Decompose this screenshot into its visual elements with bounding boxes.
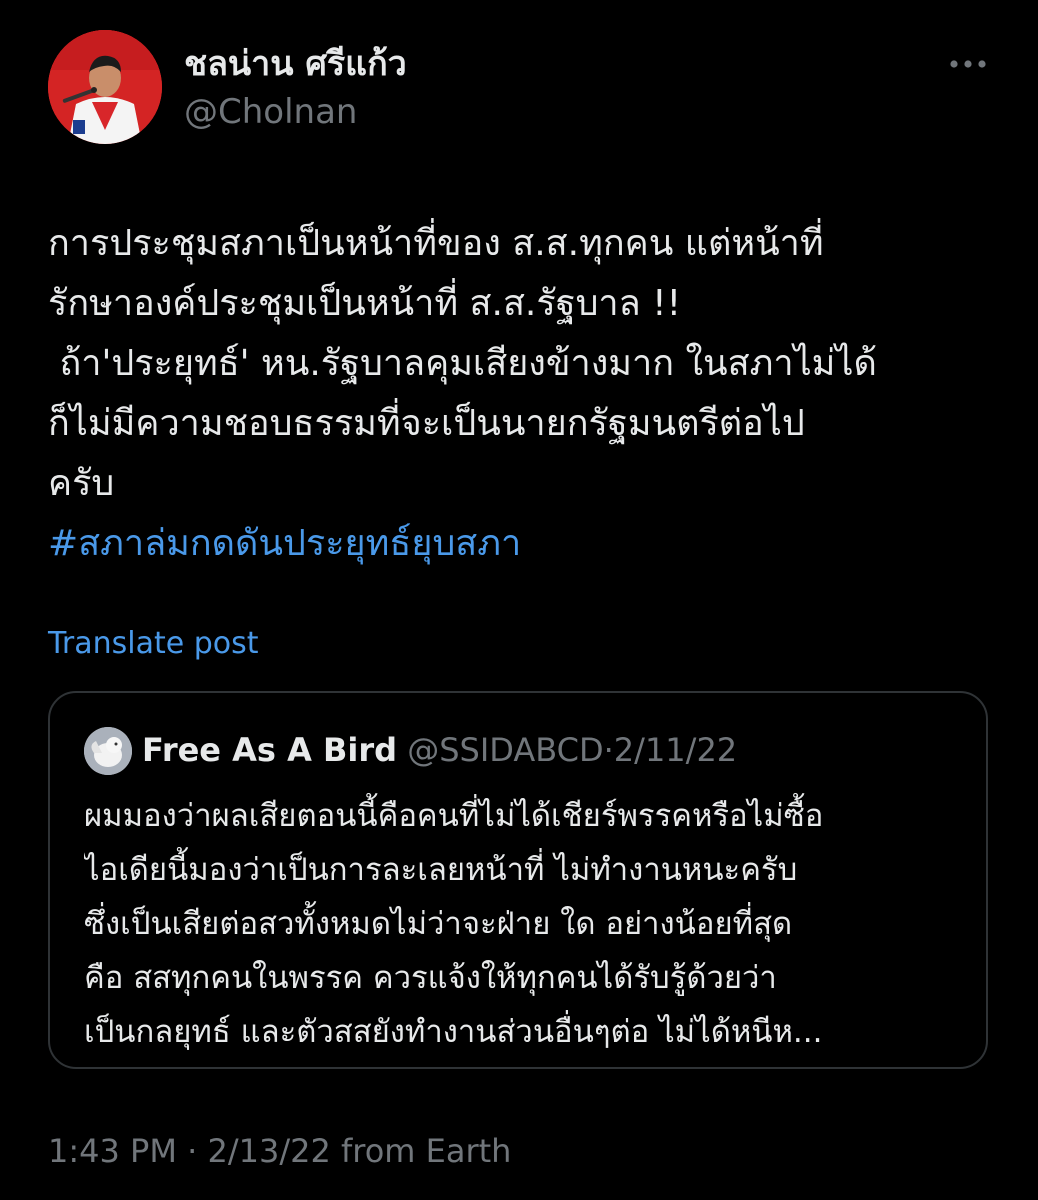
hashtag-link[interactable]: #สภาล่มกดดันประยุทธ์ยุบสภา — [48, 514, 998, 574]
quoted-text-line: คือ สสทุกคนในพรรค ควรแจ้งให้ทุกคนได้รับร… — [84, 960, 777, 996]
translate-post-link[interactable]: Translate post — [48, 622, 259, 666]
quoted-text-line: ผมมองว่าผลเสียตอนนี้คือคนที่ไม่ได้เชียร์… — [84, 798, 824, 834]
quoted-post-text: ผมมองว่าผลเสียตอนนี้คือคนที่ไม่ได้เชียร์… — [84, 789, 964, 1059]
quoted-post-card[interactable]: Free As A Bird @SSIDABCD·2/11/22 ผมมองว่… — [48, 691, 988, 1069]
author-avatar[interactable] — [48, 30, 162, 144]
more-horizontal-icon — [950, 60, 986, 68]
quoted-author-handle[interactable]: @SSIDABCD — [407, 731, 603, 769]
author-handle[interactable]: @Cholnan — [184, 88, 357, 136]
post-text: การประชุมสภาเป็นหน้าที่ของ ส.ส.ทุกคน แต่… — [48, 214, 998, 574]
quoted-author-avatar[interactable] — [84, 727, 132, 775]
quoted-author-name[interactable]: Free As A Bird — [142, 731, 397, 769]
post-text-line: ถ้า'ประยุทธ์' หน.รัฐบาลคุมเสียงข้างมาก ใ… — [48, 343, 877, 384]
avatar-photo — [48, 30, 162, 144]
quoted-post-header: Free As A Bird @SSIDABCD·2/11/22 — [142, 725, 737, 775]
post-timestamp[interactable]: 1:43 PM · 2/13/22 from Earth — [48, 1128, 511, 1174]
quoted-text-line: ซึ่งเป็นเสียต่อสวทั้งหมดไม่ว่าจะฝ่าย ใด … — [84, 906, 793, 942]
post-text-line: ครับ — [48, 463, 115, 504]
author-display-name[interactable]: ชลน่าน ศรีแก้ว — [184, 40, 407, 88]
bird-avatar-photo — [84, 727, 132, 775]
quoted-text-line: ไอเดียนี้มองว่าเป็นการละเลยหน้าที่ ไม่ทำ… — [84, 852, 798, 888]
more-options-button[interactable] — [938, 42, 998, 86]
quoted-text-line: เป็นกลยุทธ์ และตัวสสยังทำงานส่วนอื่นๆต่อ… — [84, 1014, 823, 1050]
meta-separator: · — [603, 731, 614, 769]
post-text-line: การประชุมสภาเป็นหน้าที่ของ ส.ส.ทุกคน แต่… — [48, 223, 824, 264]
post-text-line: ก็ไม่มีความชอบธรรมที่จะเป็นนายกรัฐมนตรีต… — [48, 403, 805, 444]
post-text-line: รักษาองค์ประชุมเป็นหน้าที่ ส.ส.รัฐบาล !! — [48, 283, 682, 324]
quoted-post-date[interactable]: 2/11/22 — [614, 731, 737, 769]
